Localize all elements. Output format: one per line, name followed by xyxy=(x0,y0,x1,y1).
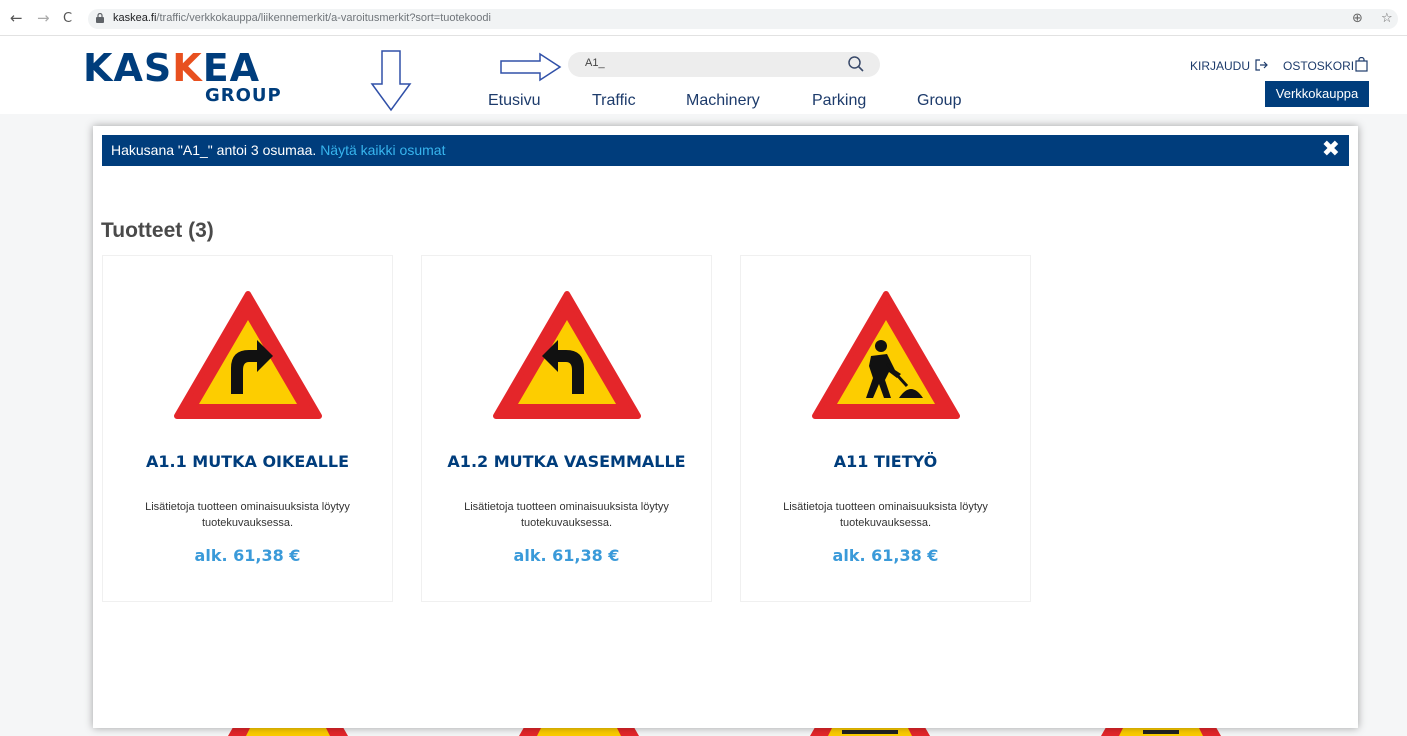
curve-left-sign-icon xyxy=(493,291,641,419)
product-title[interactable]: A1.1 MUTKA OIKEALLE xyxy=(103,452,392,471)
products-section-title: Tuotteet (3) xyxy=(101,219,214,242)
nav-machinery[interactable]: Machinery xyxy=(686,92,760,110)
bookmark-star-icon[interactable]: ☆ xyxy=(1381,11,1393,26)
browser-toolbar: ← → C kaskea.fi/traffic/verkkokauppa/lii… xyxy=(0,0,1407,36)
annotation-arrow-down-icon xyxy=(370,50,412,112)
product-price: alk. 61,38 € xyxy=(513,546,620,565)
verkkokauppa-button[interactable]: Verkkokauppa xyxy=(1265,81,1369,107)
site-header: KASKEA GROUP A1_ Etusivu Traffic Machine… xyxy=(0,36,1407,114)
login-icon[interactable] xyxy=(1255,59,1269,71)
nav-traffic[interactable]: Traffic xyxy=(592,92,636,110)
nav-etusivu[interactable]: Etusivu xyxy=(488,92,540,110)
product-card[interactable]: A1.2 MUTKA VASEMMALLE Lisätietoja tuotte… xyxy=(422,256,711,601)
close-icon[interactable]: ✖ xyxy=(1322,139,1340,161)
logo-text-k: K xyxy=(172,46,203,90)
login-link[interactable]: KIRJAUDU xyxy=(1190,59,1250,73)
shopping-bag-icon[interactable] xyxy=(1355,57,1368,72)
road-works-sign-icon xyxy=(812,291,960,419)
product-card[interactable]: A11 TIETYÖ Lisätietoja tuotteen ominaisu… xyxy=(741,256,1030,601)
product-title[interactable]: A11 TIETYÖ xyxy=(741,452,1030,471)
annotation-arrow-right-icon xyxy=(500,52,562,82)
nav-parking[interactable]: Parking xyxy=(812,92,866,110)
product-description: Lisätietoja tuotteen ominaisuuksista löy… xyxy=(783,501,988,529)
search-input-value: A1_ xyxy=(585,57,605,69)
logo-subtitle: GROUP xyxy=(205,85,282,106)
search-summary-text: Hakusana "A1_" antoi 3 osumaa. xyxy=(111,142,317,158)
reload-icon[interactable]: C xyxy=(63,11,72,27)
kaskea-logo[interactable]: KASKEA xyxy=(83,49,260,87)
url-host: kaskea.fi xyxy=(113,12,157,24)
search-summary: Hakusana "A1_" antoi 3 osumaa. Näytä kai… xyxy=(111,142,445,158)
nav-group[interactable]: Group xyxy=(917,92,961,110)
url-path: /traffic/verkkokauppa/liikennemerkit/a-v… xyxy=(156,12,491,24)
back-icon[interactable]: ← xyxy=(10,10,23,26)
search-results-modal: Hakusana "A1_" antoi 3 osumaa. Näytä kai… xyxy=(93,126,1358,728)
product-price: alk. 61,38 € xyxy=(832,546,939,565)
product-card[interactable]: A1.1 MUTKA OIKEALLE Lisätietoja tuotteen… xyxy=(103,256,392,601)
logo-text-part2: EA xyxy=(202,46,261,90)
forward-icon[interactable]: → xyxy=(37,10,50,26)
logo-text-part1: KAS xyxy=(83,46,173,90)
zoom-icon[interactable]: ⊕ xyxy=(1352,11,1363,26)
product-title[interactable]: A1.2 MUTKA VASEMMALLE xyxy=(422,452,711,471)
url-text: kaskea.fi/traffic/verkkokauppa/liikennem… xyxy=(113,12,491,24)
search-input[interactable] xyxy=(568,52,880,77)
product-description: Lisätietoja tuotteen ominaisuuksista löy… xyxy=(464,501,669,529)
search-icon[interactable] xyxy=(847,55,865,73)
product-description: Lisätietoja tuotteen ominaisuuksista löy… xyxy=(145,501,350,529)
curve-right-sign-icon xyxy=(174,291,322,419)
product-price: alk. 61,38 € xyxy=(194,546,301,565)
lock-icon xyxy=(96,13,104,23)
search-summary-bar: Hakusana "A1_" antoi 3 osumaa. Näytä kai… xyxy=(102,135,1349,166)
show-all-results-link[interactable]: Näytä kaikki osumat xyxy=(320,142,445,158)
cart-link[interactable]: OSTOSKORI xyxy=(1283,59,1354,73)
